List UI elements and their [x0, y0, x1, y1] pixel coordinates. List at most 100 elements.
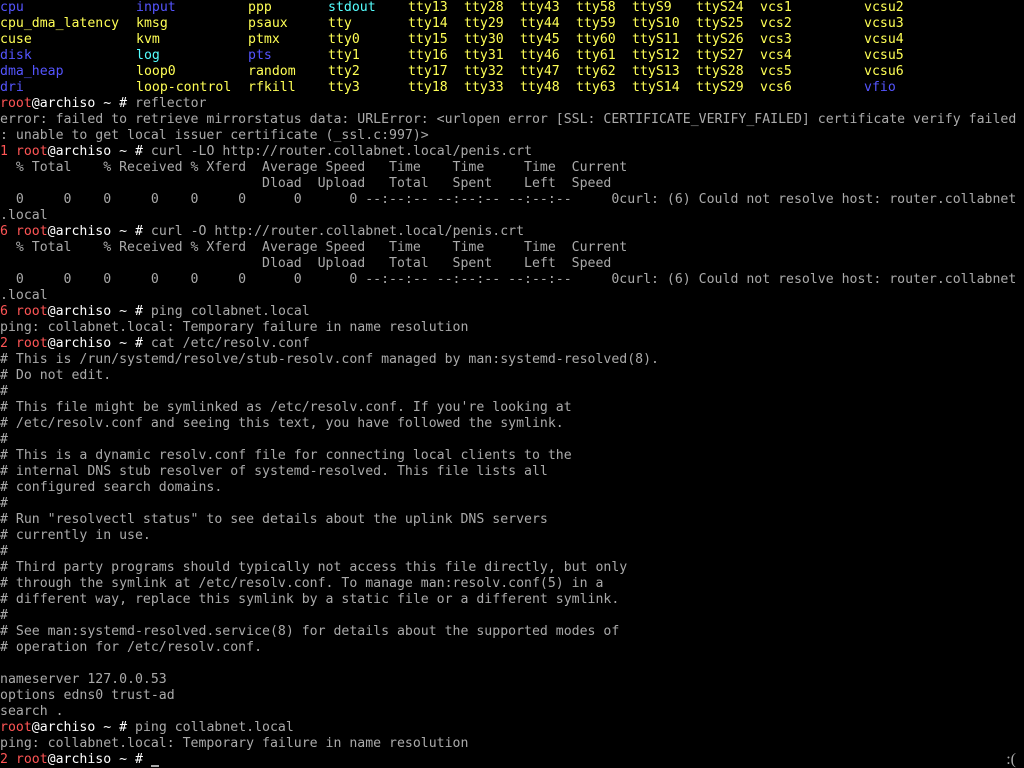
dev-entry: vcsu4: [864, 32, 904, 47]
dev-entry: tty46: [520, 48, 560, 63]
dev-entry: ttyS26: [696, 32, 744, 47]
dev-entry: cpu_dma_latency: [0, 16, 120, 31]
dev-entry: tty63: [576, 80, 616, 95]
prompt-sign: ~ #: [111, 224, 151, 239]
prompt-user: root: [15, 224, 48, 239]
terminal-screen[interactable]: cpu input ppp stdout tty13 tty28 tty43 tty58 tty…: [0, 0, 1024, 768]
dev-entry: tty14: [408, 16, 448, 31]
prompt-host: @archiso: [31, 720, 96, 735]
output-line: 0 0 0 0 0 0 0 0 --:--:-- --:--:-- --:--:…: [0, 192, 1017, 207]
dev-entry: dma_heap: [0, 64, 64, 79]
dev-entry: vcs2: [760, 16, 792, 31]
output-line: Dload Upload Total Spent Left Speed: [0, 256, 612, 271]
dev-entry: tty58: [576, 0, 616, 15]
dev-entry: vcs1: [760, 0, 792, 15]
prompt-line: 6 root@archiso ~ # ping collabnet.local: [0, 304, 310, 320]
dev-entry: tty32: [464, 64, 504, 79]
dev-entry: tty2: [328, 64, 360, 79]
output-line: nameserver 127.0.0.53: [0, 672, 167, 687]
dev-entry: ppp: [248, 0, 272, 15]
dev-entry: vcs4: [760, 48, 792, 63]
prompt-line: 2 root@archiso ~ # cat /etc/resolv.conf: [0, 336, 310, 352]
dev-entry: ttyS25: [696, 16, 744, 31]
prompt-user: root: [0, 720, 32, 735]
command-text: cat /etc/resolv.conf: [150, 336, 310, 351]
command-text: ping collabnet.local: [150, 304, 310, 319]
output-line: # through the symlink at /etc/resolv.con…: [0, 576, 604, 591]
dev-entry: tty13: [408, 0, 448, 15]
dev-entry: tty17: [408, 64, 448, 79]
dev-entry: vcs3: [760, 32, 792, 47]
dev-entry: ttyS24: [696, 0, 744, 15]
output-line: # This is a dynamic resolv.conf file for…: [0, 448, 572, 463]
prompt-user: root: [0, 96, 32, 111]
output-line: options edns0 trust-ad: [0, 688, 175, 703]
prompt-sign: ~ #: [95, 96, 135, 111]
prompt-host: @archiso: [47, 224, 112, 239]
command-text: curl -LO http://router.collabnet.local/p…: [150, 144, 533, 159]
dev-entry: tty44: [520, 16, 560, 31]
prompt-sign: ~ #: [111, 336, 151, 351]
dev-entry: vfio: [864, 80, 896, 95]
dev-entry: ttyS11: [632, 32, 680, 47]
dev-entry: pts: [248, 48, 272, 63]
dev-entry: disk: [0, 48, 32, 63]
dev-entry: ptmx: [248, 32, 280, 47]
exit-code: 1: [0, 144, 8, 159]
dev-entry: loop-control: [136, 80, 232, 95]
dev-entry: tty47: [520, 64, 560, 79]
dev-entry: rfkill: [248, 80, 296, 95]
dev-entry: tty1: [328, 48, 360, 63]
text-cursor: [150, 765, 159, 767]
dev-entry: ttyS29: [696, 80, 744, 95]
dev-entry: input: [136, 0, 176, 15]
dev-entry: tty29: [464, 16, 504, 31]
output-line: ping: collabnet.local: Temporary failure…: [0, 736, 469, 751]
prompt-user: root: [15, 144, 48, 159]
dev-entry: tty33: [464, 80, 504, 95]
dev-entry: vcsu6: [864, 64, 904, 79]
output-line: # Run "resolvectl status" to see details…: [0, 512, 548, 527]
prompt-host: @archiso: [47, 304, 112, 319]
output-line: # operation for /etc/resolv.conf.: [0, 640, 263, 655]
exit-code: 2: [0, 336, 8, 351]
dev-entry: kmsg: [136, 16, 168, 31]
dev-entry: tty: [328, 16, 352, 31]
prompt-line: 6 root@archiso ~ # curl -O http://router…: [0, 224, 524, 240]
output-line: # different way, replace this symlink by…: [0, 592, 620, 607]
prompt-line: 1 root@archiso ~ # curl -LO http://route…: [0, 144, 532, 160]
dev-entry: tty28: [464, 0, 504, 15]
output-line: % Total % Received % Xferd Average Speed…: [0, 240, 628, 255]
dev-entry: cpu: [0, 0, 24, 15]
output-line: .local: [0, 288, 48, 303]
dev-entry: tty62: [576, 64, 616, 79]
exit-code: 6: [0, 224, 8, 239]
prompt-sign: ~ #: [95, 720, 135, 735]
prompt-host: @archiso: [31, 96, 96, 111]
prompt-line: root@archiso ~ # reflector: [0, 96, 206, 112]
dev-entry: tty61: [576, 48, 616, 63]
dev-entry: loop0: [136, 64, 176, 79]
command-text: ping collabnet.local: [135, 720, 294, 735]
output-line: # /etc/resolv.conf and seeing this text,…: [0, 416, 564, 431]
output-line: ping: collabnet.local: Temporary failure…: [0, 320, 469, 335]
output-line: # This file might be symlinked as /etc/r…: [0, 400, 572, 415]
dev-entry: psaux: [248, 16, 288, 31]
dev-entry: random: [248, 64, 296, 79]
output-line: # Third party programs should typically …: [0, 560, 628, 575]
output-line: # This is /run/systemd/resolve/stub-reso…: [0, 352, 659, 367]
dev-entry: ttyS13: [632, 64, 680, 79]
dev-entry: vcsu5: [864, 48, 904, 63]
dev-entry: dri: [0, 80, 24, 95]
prompt-user: root: [15, 752, 48, 767]
output-line: 0 0 0 0 0 0 0 0 --:--:-- --:--:-- --:--:…: [0, 272, 1017, 287]
prompt-line: 2 root@archiso ~ #: [0, 752, 159, 768]
output-line: % Total % Received % Xferd Average Speed…: [0, 160, 628, 175]
dev-entry: tty0: [328, 32, 360, 47]
exit-code: 6: [0, 304, 8, 319]
output-line: : unable to get local issuer certificate…: [0, 128, 429, 143]
dev-entry: stdout: [328, 0, 376, 15]
dev-entry: tty45: [520, 32, 560, 47]
prompt-user: root: [15, 336, 48, 351]
dev-entry: tty43: [520, 0, 560, 15]
